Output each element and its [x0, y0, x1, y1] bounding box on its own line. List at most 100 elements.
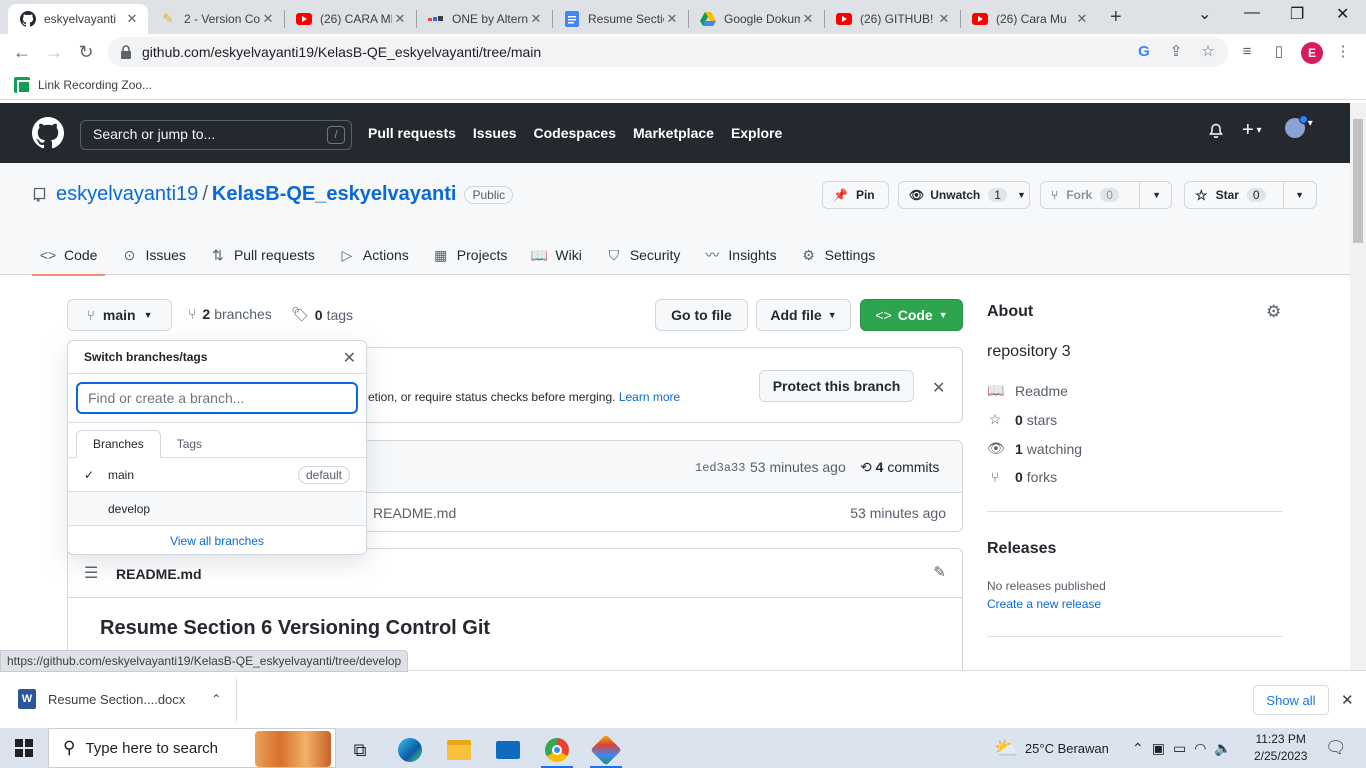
tags-link[interactable]: 🏷 0 tags: [291, 306, 353, 323]
nav-pull-requests[interactable]: Pull requests: [368, 125, 456, 141]
close-icon[interactable]: ✕: [124, 11, 140, 27]
file-explorer-icon[interactable]: [439, 732, 479, 768]
browser-tab-2[interactable]: ✎ 2 - Version Co ✕: [148, 4, 284, 34]
tab-security[interactable]: ⛉ Security: [598, 235, 689, 275]
browser-tab-3[interactable]: (26) CARA ME ✕: [284, 4, 416, 34]
browser-tab-5[interactable]: Resume Sectio ✕: [552, 4, 688, 34]
gear-icon[interactable]: ⚙: [1266, 302, 1281, 322]
go-to-file-button[interactable]: Go to file: [655, 299, 748, 331]
browser-tab-1[interactable]: eskyelvayanti ✕: [8, 4, 148, 34]
list-icon[interactable]: ☰: [84, 563, 98, 583]
restore-icon[interactable]: ❐: [1290, 4, 1304, 24]
github-logo-icon[interactable]: [32, 117, 64, 149]
close-icon[interactable]: ✕: [343, 348, 356, 368]
close-icon[interactable]: ✕: [1074, 11, 1090, 27]
volume-icon[interactable]: 🔈: [1214, 740, 1231, 757]
readme-filename[interactable]: README.md: [116, 566, 202, 582]
chevron-up-icon[interactable]: ⌃: [1132, 740, 1144, 757]
back-icon[interactable]: ←: [10, 40, 34, 64]
close-icon[interactable]: ✕: [528, 11, 544, 27]
dismiss-icon[interactable]: ✕: [932, 378, 945, 398]
branch-item-main[interactable]: ✓ main default: [68, 458, 366, 492]
browser-tab-4[interactable]: ONE by Altern ✕: [416, 4, 552, 34]
close-icon[interactable]: ✕: [392, 11, 408, 27]
tab-settings[interactable]: ⚙ Settings: [793, 235, 884, 275]
notification-icon[interactable]: 🗨: [1325, 738, 1347, 758]
star-button[interactable]: ☆ Star 0 ▼: [1184, 181, 1317, 209]
browser-tab-8[interactable]: (26) Cara Mu ✕: [960, 4, 1098, 34]
browser-tab-6[interactable]: Google Dokum ✕: [688, 4, 824, 34]
tab-issues[interactable]: ⊙ Issues: [113, 235, 193, 275]
branch-select-button[interactable]: ⑂ main ▼: [67, 299, 172, 331]
branch-filter-input[interactable]: Find or create a branch...: [76, 382, 358, 414]
close-icon[interactable]: ✕: [664, 11, 680, 27]
tab-projects[interactable]: ▦ Projects: [425, 235, 516, 275]
protect-branch-button[interactable]: Protect this branch: [759, 370, 914, 402]
tab-insights[interactable]: 〰 Insights: [696, 235, 784, 275]
learn-more-link[interactable]: Learn more: [619, 390, 680, 404]
task-view-icon[interactable]: ⧉: [340, 732, 380, 768]
download-item[interactable]: W Resume Section....docx ⌃: [18, 689, 221, 709]
window-close-icon[interactable]: ✕: [1336, 4, 1349, 24]
branch-item-develop[interactable]: develop: [68, 492, 366, 526]
stars-link[interactable]: ☆ 0 stars: [987, 411, 1057, 428]
nav-marketplace[interactable]: Marketplace: [633, 125, 714, 141]
code-button[interactable]: <> Code ▼: [860, 299, 963, 331]
close-icon[interactable]: ✕: [936, 11, 952, 27]
meet-now-icon[interactable]: ▣: [1152, 740, 1165, 757]
profile-avatar[interactable]: E: [1301, 42, 1323, 64]
nav-issues[interactable]: Issues: [473, 125, 517, 141]
new-tab-button[interactable]: +: [1110, 6, 1122, 29]
close-icon[interactable]: ✕: [1341, 691, 1354, 709]
avatar[interactable]: ▾: [1285, 115, 1313, 143]
fork-button[interactable]: ⑂ Fork 0 ▼: [1040, 181, 1172, 209]
reload-icon[interactable]: ↻: [74, 40, 98, 64]
tab-search-icon[interactable]: ⌄: [1198, 4, 1211, 24]
mail-icon[interactable]: [488, 732, 528, 768]
nav-explore[interactable]: Explore: [731, 125, 782, 141]
releases-heading[interactable]: Releases: [987, 540, 1056, 558]
close-icon[interactable]: ✕: [260, 11, 276, 27]
page-scrollbar[interactable]: [1350, 103, 1366, 670]
google-icon[interactable]: G: [1135, 42, 1153, 60]
app-icon[interactable]: [586, 732, 626, 768]
watching-link[interactable]: 👁 1 watching: [987, 440, 1082, 457]
wifi-icon[interactable]: ◠: [1194, 740, 1206, 757]
repo-owner-link[interactable]: eskyelvayanti19: [56, 183, 198, 206]
commit-sha-link[interactable]: 1ed3a33: [695, 461, 745, 475]
chrome-icon[interactable]: [537, 732, 577, 768]
edge-icon[interactable]: [390, 732, 430, 768]
address-bar[interactable]: github.com/eskyelvayanti19/KelasB-QE_esk…: [108, 37, 1228, 67]
chevron-up-icon[interactable]: ⌃: [211, 692, 221, 706]
bookmark-link-recording[interactable]: Link Recording Zoo...: [38, 78, 152, 92]
pencil-icon[interactable]: ✎: [933, 563, 946, 581]
bell-icon[interactable]: [1208, 123, 1224, 144]
readme-link[interactable]: 📖 Readme: [987, 382, 1068, 399]
show-all-button[interactable]: Show all: [1253, 685, 1329, 715]
tab-tags[interactable]: Tags: [161, 431, 218, 457]
tab-code[interactable]: <> Code: [32, 235, 106, 276]
weather-widget[interactable]: ⛅ 25°C Berawan: [994, 728, 1109, 768]
share-icon[interactable]: ⇪: [1167, 42, 1185, 60]
clock[interactable]: 11:23 PM 2/25/2023: [1254, 731, 1307, 765]
plus-icon[interactable]: + ▾: [1242, 119, 1262, 142]
branches-link[interactable]: ⑂ 2 branches: [188, 306, 272, 322]
add-file-button[interactable]: Add file ▼: [756, 299, 851, 331]
minimize-icon[interactable]: —: [1244, 4, 1260, 22]
forks-link[interactable]: ⑂ 0 forks: [987, 469, 1057, 485]
reading-list-icon[interactable]: ≡: [1238, 42, 1256, 60]
side-panel-icon[interactable]: ▯: [1270, 42, 1288, 60]
repo-name-link[interactable]: KelasB-QE_eskyelvayanti: [212, 183, 457, 206]
create-release-link[interactable]: Create a new release: [987, 597, 1101, 611]
bookmark-star-icon[interactable]: ☆: [1199, 42, 1217, 60]
close-icon[interactable]: ✕: [800, 11, 816, 27]
scrollbar-thumb[interactable]: [1353, 119, 1363, 243]
nav-codespaces[interactable]: Codespaces: [534, 125, 616, 141]
battery-icon[interactable]: ▭: [1173, 740, 1186, 757]
file-commit-message[interactable]: README.md: [373, 505, 456, 521]
github-search-input[interactable]: Search or jump to... /: [80, 120, 352, 150]
unwatch-button[interactable]: 👁 Unwatch 1 ▼: [898, 181, 1030, 209]
forward-icon[interactable]: →: [42, 40, 66, 64]
tab-branches[interactable]: Branches: [76, 430, 161, 458]
taskbar-search-input[interactable]: ⚲ Type here to search: [48, 728, 336, 768]
